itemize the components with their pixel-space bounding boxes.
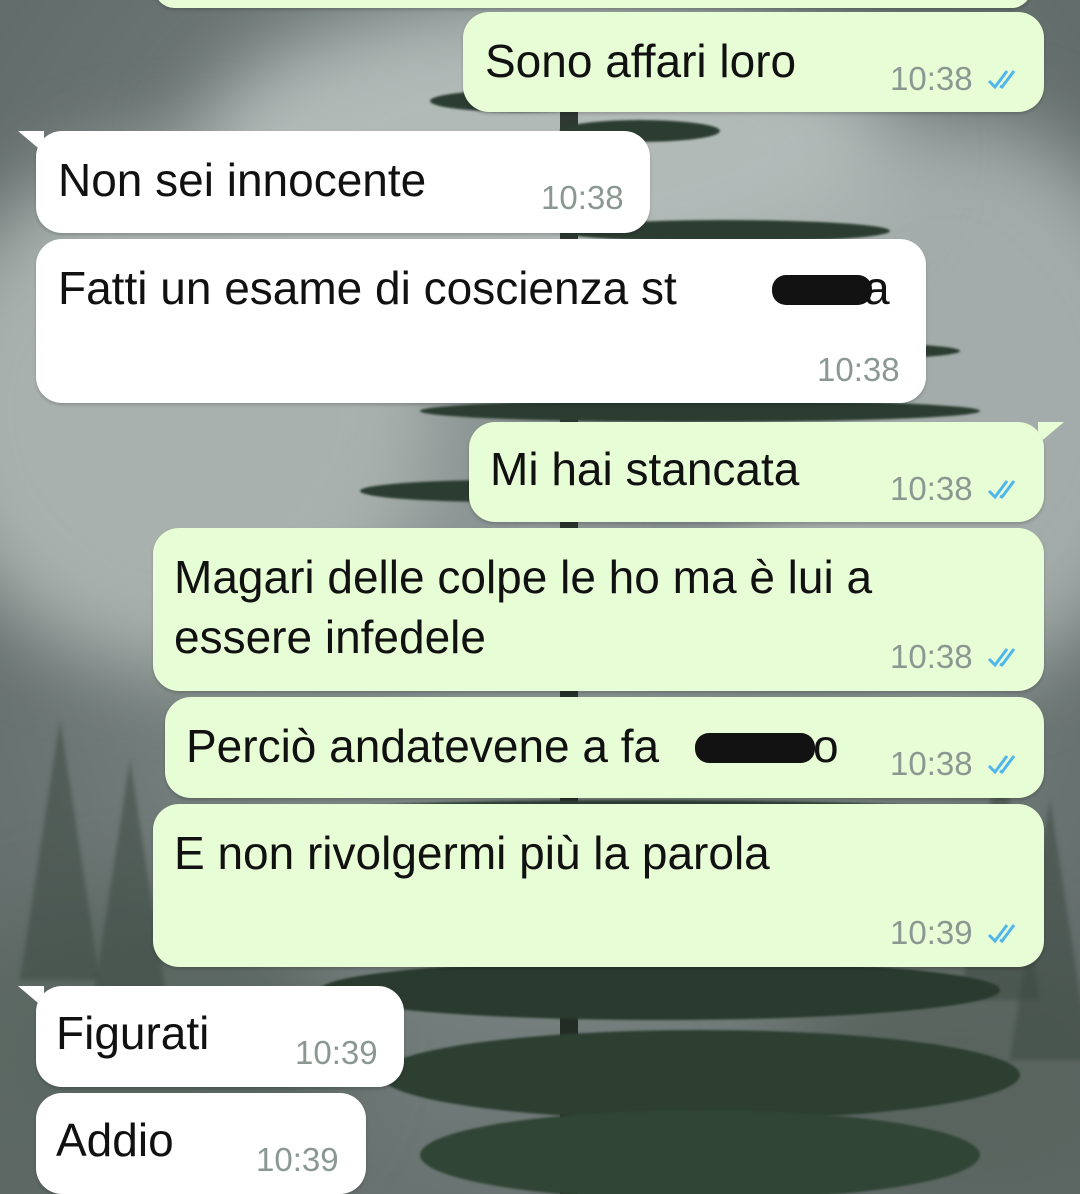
message-timestamp: 10:39 [256,1141,339,1178]
message-timestamp: 10:38 [890,638,973,675]
message-text: E non rivolgermi più la parola [174,827,770,879]
double-check-icon [987,924,1016,944]
message-text: Sono affari loro [485,35,797,87]
message-text-tail: a [864,262,890,314]
message-bubble-previous[interactable] [155,0,1031,8]
message-text: Addio [56,1114,174,1166]
message-bubble-incoming[interactable]: Figurati 10:39 [36,986,404,1087]
message-bubble-incoming[interactable]: Non sei innocente 10:38 [36,131,650,233]
message-bubble-outgoing[interactable]: E non rivolgermi più la parola 10:39 [153,804,1044,967]
double-check-icon [987,648,1016,668]
message-timestamp: 10:38 [541,179,624,216]
message-timestamp: 10:38 [817,351,900,388]
redaction-mark [695,733,815,763]
message-timestamp: 10:39 [890,914,973,951]
message-bubble-incoming[interactable]: Fatti un esame di coscienza st a 10:38 [36,239,926,403]
message-bubble-outgoing[interactable]: Perciò andatevene a fa o 10:38 [165,697,1044,798]
message-text: Mi hai stancata [490,443,800,495]
message-text-tail: o [813,720,839,772]
message-bubble-outgoing[interactable]: Magari delle colpe le ho ma è lui a esse… [153,528,1044,691]
message-timestamp: 10:38 [890,60,973,97]
double-check-icon [987,70,1016,90]
message-bubble-incoming[interactable]: Addio 10:39 [36,1093,366,1194]
message-timestamp: 10:38 [890,745,973,782]
message-text: Fatti un esame di coscienza st [58,262,677,314]
double-check-icon [987,755,1016,775]
message-timestamp: 10:39 [295,1034,378,1071]
chat-screen: Sono affari loro 10:38 Non sei innocente… [0,0,1080,1194]
message-bubble-outgoing[interactable]: Mi hai stancata 10:38 [469,422,1044,522]
message-text-line-2: essere infedele [174,611,486,663]
message-text: Perciò andatevene a fa [186,720,660,772]
message-bubble-outgoing[interactable]: Sono affari loro 10:38 [463,12,1044,112]
message-text-line-1: Magari delle colpe le ho ma è lui a [174,551,873,603]
message-text: Non sei innocente [58,154,427,206]
double-check-icon [987,480,1016,500]
redaction-mark [772,275,872,305]
message-timestamp: 10:38 [890,470,973,507]
message-text: Figurati [56,1007,210,1059]
